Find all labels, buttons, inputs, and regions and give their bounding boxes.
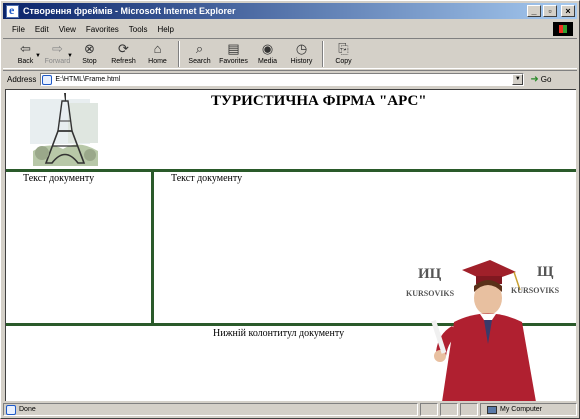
graduate-watermark-image bbox=[431, 260, 536, 401]
page-content: ТУРИСТИЧНА ФІРМА "АРС" Текст документу Т… bbox=[5, 89, 576, 401]
status-bar: Done My Computer bbox=[3, 402, 577, 417]
browser-window: Створення фреймів - Microsoft Internet E… bbox=[0, 0, 580, 419]
page-heading: ТУРИСТИЧНА ФІРМА "АРС" bbox=[211, 93, 427, 109]
address-bar: Address E:\HTML\Frame.html ▼ ➜ Go bbox=[3, 70, 577, 88]
title-bar[interactable]: Створення фреймів - Microsoft Internet E… bbox=[3, 3, 577, 19]
favorites-icon: ▤ bbox=[227, 41, 240, 56]
restore-button[interactable]: ▫ bbox=[543, 5, 557, 17]
stop-label: Stop bbox=[82, 58, 97, 65]
menu-file[interactable]: File bbox=[7, 25, 30, 34]
minimize-button[interactable]: _ bbox=[527, 5, 541, 17]
status-pane bbox=[420, 403, 438, 416]
toolbar-separator bbox=[322, 41, 324, 67]
media-button[interactable]: ◉ Media bbox=[251, 39, 284, 65]
forward-button[interactable]: ⇨ Forward bbox=[41, 39, 74, 65]
forward-arrow-icon: ⇨ bbox=[52, 41, 63, 56]
stop-button[interactable]: ⊗ Stop bbox=[73, 39, 106, 65]
left-frame-text: Текст документу bbox=[23, 173, 95, 184]
address-input[interactable]: E:\HTML\Frame.html ▼ bbox=[40, 73, 525, 86]
zone-text: My Computer bbox=[500, 406, 543, 413]
history-icon: ◷ bbox=[295, 41, 308, 56]
copy-button[interactable]: ⎘ Copy bbox=[327, 39, 360, 65]
go-button[interactable]: ➜ Go bbox=[530, 74, 551, 85]
media-icon: ◉ bbox=[261, 41, 274, 56]
home-icon: ⌂ bbox=[153, 41, 162, 56]
status-pane bbox=[460, 403, 478, 416]
favorites-button[interactable]: ▤ Favorites bbox=[217, 39, 250, 65]
right-frame-text: Текст документу bbox=[171, 173, 243, 184]
forward-label: Forward bbox=[44, 58, 71, 65]
top-frame: ТУРИСТИЧНА ФІРМА "АРС" bbox=[6, 90, 576, 169]
address-value: E:\HTML\Frame.html bbox=[55, 76, 121, 83]
search-button[interactable]: ⌕ Search bbox=[183, 39, 216, 65]
status-text: Done bbox=[19, 406, 36, 413]
menu-edit[interactable]: Edit bbox=[30, 25, 54, 34]
watermark-left-title: ИЦ bbox=[418, 266, 442, 282]
standard-toolbar: ⇦ Back ▼ ⇨ Forward ▼ ⊗ Stop ⟳ Refresh ⌂ … bbox=[3, 38, 577, 69]
eiffel-tower-image bbox=[30, 93, 98, 166]
page-done-icon bbox=[6, 404, 16, 415]
stop-icon: ⊗ bbox=[84, 41, 95, 56]
footer-text: Нижній колонтитул документу bbox=[213, 328, 345, 339]
window-controls: _ ▫ × bbox=[527, 5, 575, 17]
refresh-button[interactable]: ⟳ Refresh bbox=[107, 39, 140, 65]
left-frame: Текст документу bbox=[6, 172, 151, 323]
back-label: Back bbox=[17, 58, 34, 65]
menu-help[interactable]: Help bbox=[152, 25, 178, 34]
media-label: Media bbox=[257, 58, 278, 65]
refresh-icon: ⟳ bbox=[118, 41, 129, 56]
back-button[interactable]: ⇦ Back bbox=[9, 39, 42, 65]
watermark-right-title: Щ bbox=[537, 264, 554, 280]
watermark-left-subtitle: KURSOVIKS bbox=[406, 289, 455, 298]
favorites-label: Favorites bbox=[219, 58, 248, 65]
windows-logo-icon bbox=[553, 22, 573, 36]
internet-explorer-icon bbox=[6, 3, 19, 18]
menu-view[interactable]: View bbox=[54, 25, 81, 34]
refresh-label: Refresh bbox=[111, 58, 136, 65]
menu-bar: File Edit View Favorites Tools Help bbox=[3, 21, 577, 37]
history-button[interactable]: ◷ History bbox=[285, 39, 318, 65]
back-arrow-icon: ⇦ bbox=[20, 41, 31, 56]
search-label: Search bbox=[188, 58, 211, 65]
copy-icon: ⎘ bbox=[338, 41, 349, 56]
menu-tools[interactable]: Tools bbox=[124, 25, 153, 34]
history-label: History bbox=[290, 58, 313, 65]
toolbar-separator bbox=[178, 41, 180, 67]
status-message-pane: Done bbox=[3, 403, 418, 416]
home-label: Home bbox=[148, 58, 167, 65]
address-label: Address bbox=[7, 75, 37, 84]
home-button[interactable]: ⌂ Home bbox=[141, 39, 174, 65]
security-zone-pane: My Computer bbox=[480, 403, 577, 416]
copy-label: Copy bbox=[335, 58, 352, 65]
watermark-right-subtitle: KURSOVIKS bbox=[511, 286, 560, 295]
status-pane bbox=[440, 403, 458, 416]
page-icon bbox=[42, 74, 53, 85]
computer-icon bbox=[487, 405, 497, 414]
close-button[interactable]: × bbox=[561, 5, 575, 17]
go-label: Go bbox=[540, 75, 552, 84]
search-icon: ⌕ bbox=[195, 41, 204, 56]
menu-favorites[interactable]: Favorites bbox=[81, 25, 124, 34]
window-title: Створення фреймів - Microsoft Internet E… bbox=[23, 6, 236, 16]
address-dropdown-icon[interactable]: ▼ bbox=[512, 74, 524, 85]
go-arrow-icon: ➜ bbox=[530, 74, 539, 85]
